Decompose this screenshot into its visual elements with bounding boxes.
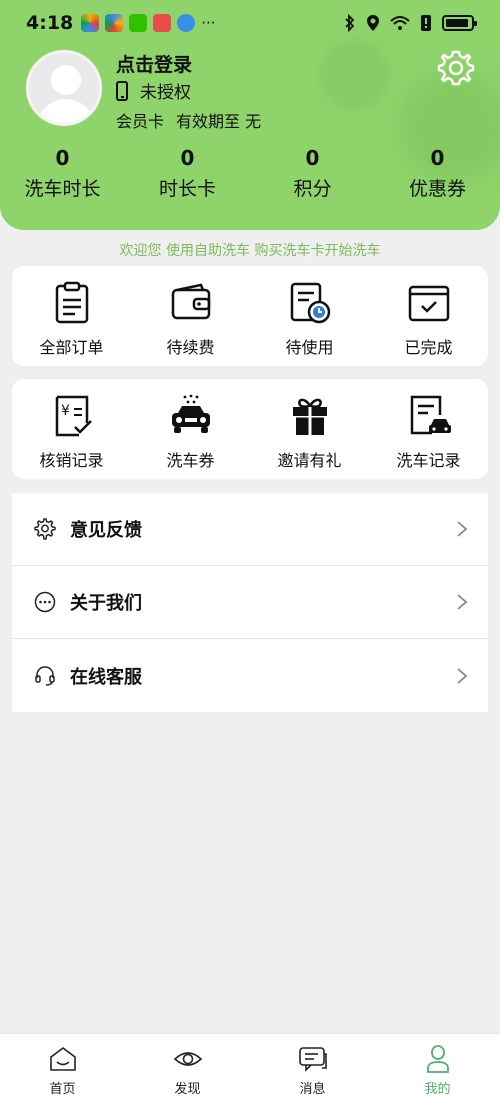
tab-mine[interactable]: 我的 [375,1034,500,1103]
colorful-app-icon [81,14,100,32]
pending-use-label: 待使用 [285,338,334,357]
stat-value: 0 [430,146,445,170]
car-wash-icon [171,394,210,433]
stat-label: 洗车时长 [24,178,101,200]
eye-icon [173,1052,202,1066]
stats-row: 0 洗车时长 0 时长卡 0 积分 0 优惠券 [0,146,500,201]
alert-icon [421,15,431,31]
wash-records-label: 洗车记录 [396,451,461,470]
browser-icon [177,14,196,32]
status-more: ··· [201,14,216,32]
receipt-icon: ¥ [55,395,92,437]
completed-icon [408,285,449,322]
red-app-icon [153,14,172,32]
headset-icon [35,665,55,686]
all-orders-button[interactable]: 全部订单 [12,266,131,366]
location-icon [367,15,379,31]
stat-points[interactable]: 0 积分 [250,146,375,201]
bottom-tab-bar: 首页 发现 消息 我的 [0,1033,500,1103]
services-card: ¥ 核销记录 洗车券 邀请有礼 洗车记录 [12,379,488,479]
tab-discover[interactable]: 发现 [125,1034,250,1103]
status-time: 4:18 [26,12,74,34]
auth-status: 未授权 [116,78,191,103]
menu-item-online-service[interactable]: 在线客服 [12,639,488,712]
menu-label-about: 关于我们 [70,593,142,614]
colorful-app-icon [105,14,124,32]
settings-gear-icon[interactable] [436,48,476,88]
auth-status-text: 未授权 [140,83,191,103]
car-record-icon [410,395,451,435]
menu-label-feedback: 意见反馈 [70,520,142,541]
validity-label: 有效期至 [176,112,241,131]
stat-coupons[interactable]: 0 优惠券 [375,146,500,201]
message-icon [298,1047,327,1072]
more-circle-icon [34,591,56,613]
validity-value: 无 [245,112,262,131]
status-app-icons: ··· [81,14,216,32]
all-orders-label: 全部订单 [39,338,104,357]
stat-value: 0 [55,146,70,170]
stat-label: 时长卡 [158,178,216,200]
member-card-label: 会员卡 [116,112,165,131]
tab-label-home: 首页 [49,1082,76,1097]
phone-icon [116,80,128,101]
tab-label-messages: 消息 [299,1082,326,1097]
stat-duration-card[interactable]: 0 时长卡 [125,146,250,201]
tab-label-discover: 发现 [174,1082,201,1097]
home-icon [49,1047,76,1071]
wechat-icon [129,14,148,32]
svg-text:¥: ¥ [61,403,70,419]
pending-doc-icon [290,282,330,324]
profile-header: 4:18 ··· 点击登录 未授权 会员卡 有效期至 无 0 洗车时长 0 时长… [0,0,500,230]
clipboard-icon [55,281,88,324]
orders-card: 全部订单 待续费 待使用 已完成 [12,266,488,366]
tab-label-mine: 我的 [424,1082,451,1097]
stat-label: 积分 [293,178,332,200]
menu-label-online-service: 在线客服 [70,666,142,688]
gift-icon [292,398,327,435]
gear-icon [34,518,56,540]
pending-renewal-button[interactable]: 待续费 [131,266,250,366]
menu-item-feedback[interactable]: 意见反馈 [12,493,488,566]
redemption-records-button[interactable]: ¥ 核销记录 [12,379,131,479]
chevron-right-icon [457,667,468,684]
wash-records-button[interactable]: 洗车记录 [369,379,488,479]
car-wash-coupon-button[interactable]: 洗车券 [131,379,250,479]
invite-rewards-button[interactable]: 邀请有礼 [250,379,369,479]
member-card-info: 会员卡 有效期至 无 [116,108,261,132]
menu-item-about[interactable]: 关于我们 [12,566,488,639]
header-decoration [320,40,390,110]
redemption-records-label: 核销记录 [39,451,104,470]
user-icon [426,1045,449,1073]
stat-value: 0 [180,146,195,170]
welcome-banner: 欢迎您 使用自助洗车 购买洗车卡开始洗车 [119,243,381,259]
pending-renewal-label: 待续费 [166,338,215,357]
avatar[interactable] [26,50,102,126]
stat-label: 优惠券 [408,178,466,200]
avatar-head [51,65,81,95]
completed-label: 已完成 [404,338,453,357]
wallet-icon [171,283,210,320]
chevron-right-icon [457,594,468,610]
status-bar: 4:18 ··· [0,0,500,46]
tab-messages[interactable]: 消息 [250,1034,375,1103]
pending-use-button[interactable]: 待使用 [250,266,369,366]
settings-menu: 意见反馈 关于我们 在线客服 [12,493,488,712]
wifi-icon [390,16,410,30]
stat-value: 0 [305,146,320,170]
bluetooth-icon [345,14,355,32]
stat-wash-duration[interactable]: 0 洗车时长 [0,146,125,201]
completed-button[interactable]: 已完成 [369,266,488,366]
car-wash-coupon-label: 洗车券 [166,451,215,470]
chevron-right-icon [457,521,468,537]
avatar-body [37,99,95,123]
invite-rewards-label: 邀请有礼 [277,451,342,470]
login-title[interactable]: 点击登录 [116,50,192,77]
battery-icon [442,15,477,31]
tab-home[interactable]: 首页 [0,1034,125,1103]
status-right-icons [344,14,477,32]
